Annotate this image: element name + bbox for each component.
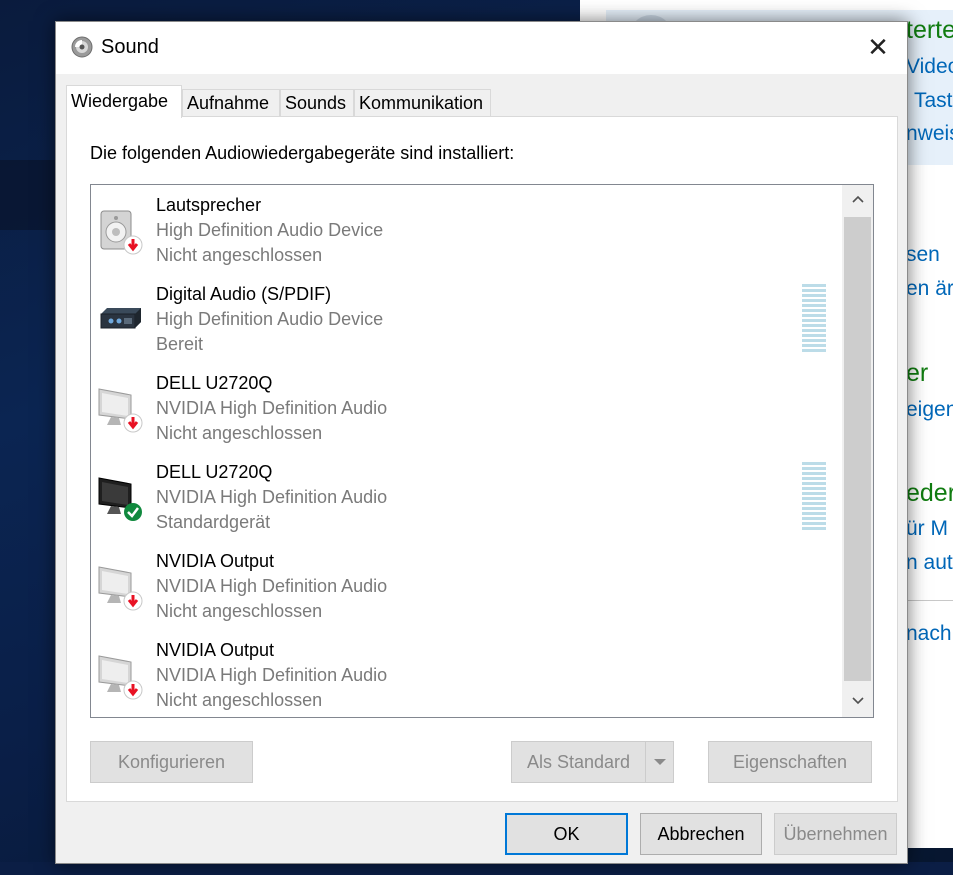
device-name: DELL U2720Q — [156, 462, 273, 482]
monitor-device-icon — [98, 388, 143, 433]
background-link[interactable]: eigen — [906, 398, 953, 422]
device-status: Nicht angeschlossen — [156, 423, 323, 443]
background-link[interactable]: n auto — [906, 551, 953, 575]
device-status: Nicht angeschlossen — [156, 601, 323, 621]
device-name: Lautsprecher — [156, 195, 262, 215]
tab-sounds[interactable]: Sounds — [280, 89, 354, 117]
device-name: DELL U2720Q — [156, 373, 273, 393]
monitor-device-icon — [98, 566, 143, 611]
background-heading: er — [906, 359, 929, 387]
tab-aufnahme[interactable]: Aufnahme — [182, 89, 280, 117]
background-link[interactable]: nweis — [906, 122, 953, 146]
set-default-label: Als Standard — [526, 752, 631, 772]
ok-button[interactable]: OK — [505, 813, 628, 855]
device-list-scrollbar[interactable] — [842, 185, 873, 717]
background-link[interactable]: en är — [906, 277, 953, 301]
close-button[interactable]: ✕ — [849, 22, 907, 72]
device-driver: NVIDIA High Definition Audio — [156, 487, 388, 507]
disconnected-badge-icon — [123, 680, 143, 700]
chevron-down-icon — [851, 697, 864, 705]
volume-level-meter — [802, 462, 828, 532]
digital-audio-device-icon — [100, 308, 141, 329]
device-list-item[interactable]: DELL U2720Q NVIDIA High Definition Audio… — [91, 363, 843, 452]
device-list-item[interactable]: NVIDIA Output NVIDIA High Definition Aud… — [91, 541, 843, 630]
default-check-badge-icon — [124, 503, 142, 521]
volume-level-meter — [802, 284, 828, 354]
background-link[interactable]: Tast — [914, 89, 953, 113]
scroll-thumb[interactable] — [844, 217, 871, 681]
scroll-up-button[interactable] — [842, 185, 873, 215]
close-icon: ✕ — [867, 32, 889, 62]
cancel-button[interactable]: Abbrechen — [640, 813, 762, 855]
title-bar[interactable]: Sound ✕ — [56, 22, 907, 74]
device-list[interactable]: Lautsprecher High Definition Audio Devic… — [90, 184, 874, 718]
tab-wiedergabe[interactable]: Wiedergabe — [66, 85, 182, 118]
device-driver: NVIDIA High Definition Audio — [156, 398, 388, 418]
chevron-down-icon — [653, 759, 666, 765]
apply-button[interactable]: Übernehmen — [774, 813, 897, 855]
device-name: Digital Audio (S/PDIF) — [156, 284, 332, 304]
background-divider — [908, 600, 953, 601]
background-heading: eder — [906, 479, 953, 507]
tab-kommunikation[interactable]: Kommunikation — [354, 89, 491, 117]
tab-panel-wiedergabe: Die folgenden Audiowiedergabegeräte sind… — [66, 116, 898, 802]
device-list-item[interactable]: DELL U2720Q NVIDIA High Definition Audio… — [91, 452, 843, 541]
disconnected-badge-icon — [123, 235, 143, 255]
background-text: terte — [906, 16, 953, 44]
sound-dialog: Sound ✕ Wiedergabe Aufnahme Sounds Kommu… — [55, 21, 908, 864]
device-driver: NVIDIA High Definition Audio — [156, 665, 388, 685]
set-default-dropdown-arrow[interactable] — [645, 742, 673, 782]
window-title: Sound — [101, 36, 159, 58]
chevron-up-icon — [851, 195, 864, 203]
speaker-device-icon — [100, 210, 143, 255]
device-status: Standardgerät — [156, 512, 271, 532]
device-list-item[interactable]: Digital Audio (S/PDIF) High Definition A… — [91, 274, 843, 363]
background-link[interactable]: ür M — [906, 517, 948, 541]
device-name: NVIDIA Output — [156, 551, 275, 571]
device-name: NVIDIA Output — [156, 640, 275, 660]
properties-button[interactable]: Eigenschaften — [708, 741, 872, 783]
device-status: Nicht angeschlossen — [156, 690, 323, 710]
background-link[interactable]: nach " — [906, 622, 953, 646]
device-driver: NVIDIA High Definition Audio — [156, 576, 388, 596]
device-list-item[interactable]: Lautsprecher High Definition Audio Devic… — [91, 185, 843, 274]
monitor-device-icon — [98, 477, 142, 521]
background-link[interactable]: Video — [906, 55, 953, 79]
configure-button[interactable]: Konfigurieren — [90, 741, 253, 783]
set-default-button[interactable]: Als Standard — [511, 741, 674, 783]
device-status: Bereit — [156, 334, 204, 354]
scroll-down-button[interactable] — [842, 687, 873, 717]
device-list-item[interactable]: NVIDIA Output NVIDIA High Definition Aud… — [91, 630, 843, 717]
device-status: Nicht angeschlossen — [156, 245, 323, 265]
monitor-device-icon — [98, 655, 143, 700]
intro-text: Die folgenden Audiowiedergabegeräte sind… — [90, 143, 515, 163]
disconnected-badge-icon — [123, 413, 143, 433]
device-driver: High Definition Audio Device — [156, 220, 384, 240]
background-link[interactable]: sen — [906, 243, 940, 267]
device-driver: High Definition Audio Device — [156, 309, 384, 329]
speaker-icon — [71, 36, 93, 58]
disconnected-badge-icon — [123, 591, 143, 611]
desktop-background-shade — [0, 160, 60, 230]
